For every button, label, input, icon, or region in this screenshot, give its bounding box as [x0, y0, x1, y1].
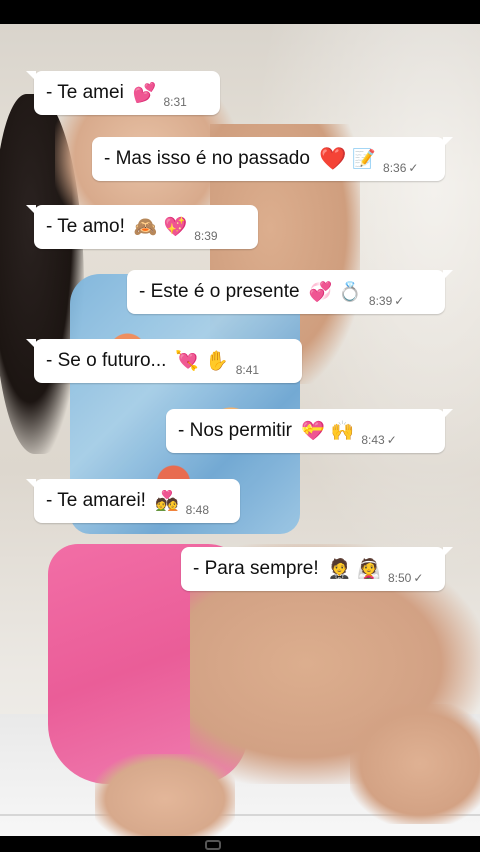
ring-icon: 💍 — [338, 282, 362, 303]
message-time: 8:39 — [194, 229, 218, 243]
message-time: 8:50 — [388, 571, 412, 585]
message-text: - Mas isso é no passado — [104, 148, 310, 169]
chat-bubble-outgoing[interactable]: - Nos permitir 💝 🙌 8:43 ✓ — [166, 409, 453, 453]
see-no-evil-monkey-icon: 🙈 — [133, 217, 158, 238]
background-hand — [95, 754, 235, 836]
sent-check-icon: ✓ — [394, 294, 405, 308]
message-meta: 8:48 — [186, 503, 209, 523]
message-time: 8:39 — [368, 294, 393, 308]
chat-bubble-incoming[interactable]: - Te amarei! 💑 8:48 — [26, 479, 240, 523]
chat-bubble-incoming[interactable]: - Se o futuro... 💘 ✋ 8:41 — [26, 339, 302, 383]
message-meta: 8:43 ✓ — [361, 433, 396, 453]
message-meta: 8:39 ✓ — [369, 294, 404, 314]
message-time: 8:31 — [163, 95, 187, 109]
sparkling-heart-icon: 💖 — [163, 217, 188, 238]
message-time: 8:36 — [383, 161, 407, 175]
two-hearts-icon: 💕 — [132, 83, 157, 104]
heart-with-arrow-icon: 💘 — [175, 351, 200, 372]
message-time: 8:43 — [361, 433, 385, 447]
message-meta: 8:39 — [194, 229, 217, 249]
message-text: - Este é o presente — [139, 281, 300, 302]
message-time: 8:41 — [235, 363, 260, 377]
message-meta: 8:50 ✓ — [388, 571, 423, 591]
message-meta: 8:31 — [163, 95, 186, 115]
sent-check-icon: ✓ — [408, 161, 419, 175]
sent-check-icon: ✓ — [386, 433, 397, 447]
chat-bubble-incoming[interactable]: - Te amo! 🙈 💖 8:39 — [26, 205, 258, 249]
message-text: - Para sempre! — [193, 558, 319, 579]
chat-bubble-outgoing[interactable]: - Este é o presente 💞 💍 8:39 ✓ — [127, 270, 453, 314]
revolving-hearts-icon: 💞 — [308, 282, 333, 303]
chat-bubble-incoming[interactable]: - Te amei 💕 8:31 — [26, 71, 220, 115]
heart-with-ribbon-icon: 💝 — [301, 421, 325, 442]
raised-hand-icon: ✋ — [205, 351, 229, 372]
chat-bubble-outgoing[interactable]: - Para sempre! 🤵 👰 8:50 ✓ — [181, 547, 453, 591]
message-meta: 8:41 — [236, 363, 259, 383]
red-heart-icon: ❤️ — [318, 146, 347, 171]
groom-icon: 🤵 — [327, 559, 352, 580]
chat-bubble-outgoing[interactable]: - Mas isso é no passado ❤️ 📝 8:36 ✓ — [92, 137, 453, 181]
message-text: - Nos permitir — [178, 420, 293, 441]
raising-hands-icon: 🙌 — [330, 421, 355, 442]
message-meta: 8:36 ✓ — [383, 161, 418, 181]
message-text: - Te amo! — [46, 216, 125, 237]
memo-icon: 📝 — [352, 149, 377, 170]
message-text: - Se o futuro... — [46, 350, 167, 371]
background-foot — [350, 704, 480, 824]
message-time: 8:48 — [185, 503, 209, 517]
couple-with-heart-icon: 💑 — [154, 491, 179, 512]
message-text: - Te amei — [46, 82, 124, 103]
home-indicator-icon — [205, 840, 221, 850]
sent-check-icon: ✓ — [413, 571, 424, 585]
message-text: - Te amarei! — [46, 490, 146, 511]
bride-icon: 👰 — [357, 559, 381, 580]
